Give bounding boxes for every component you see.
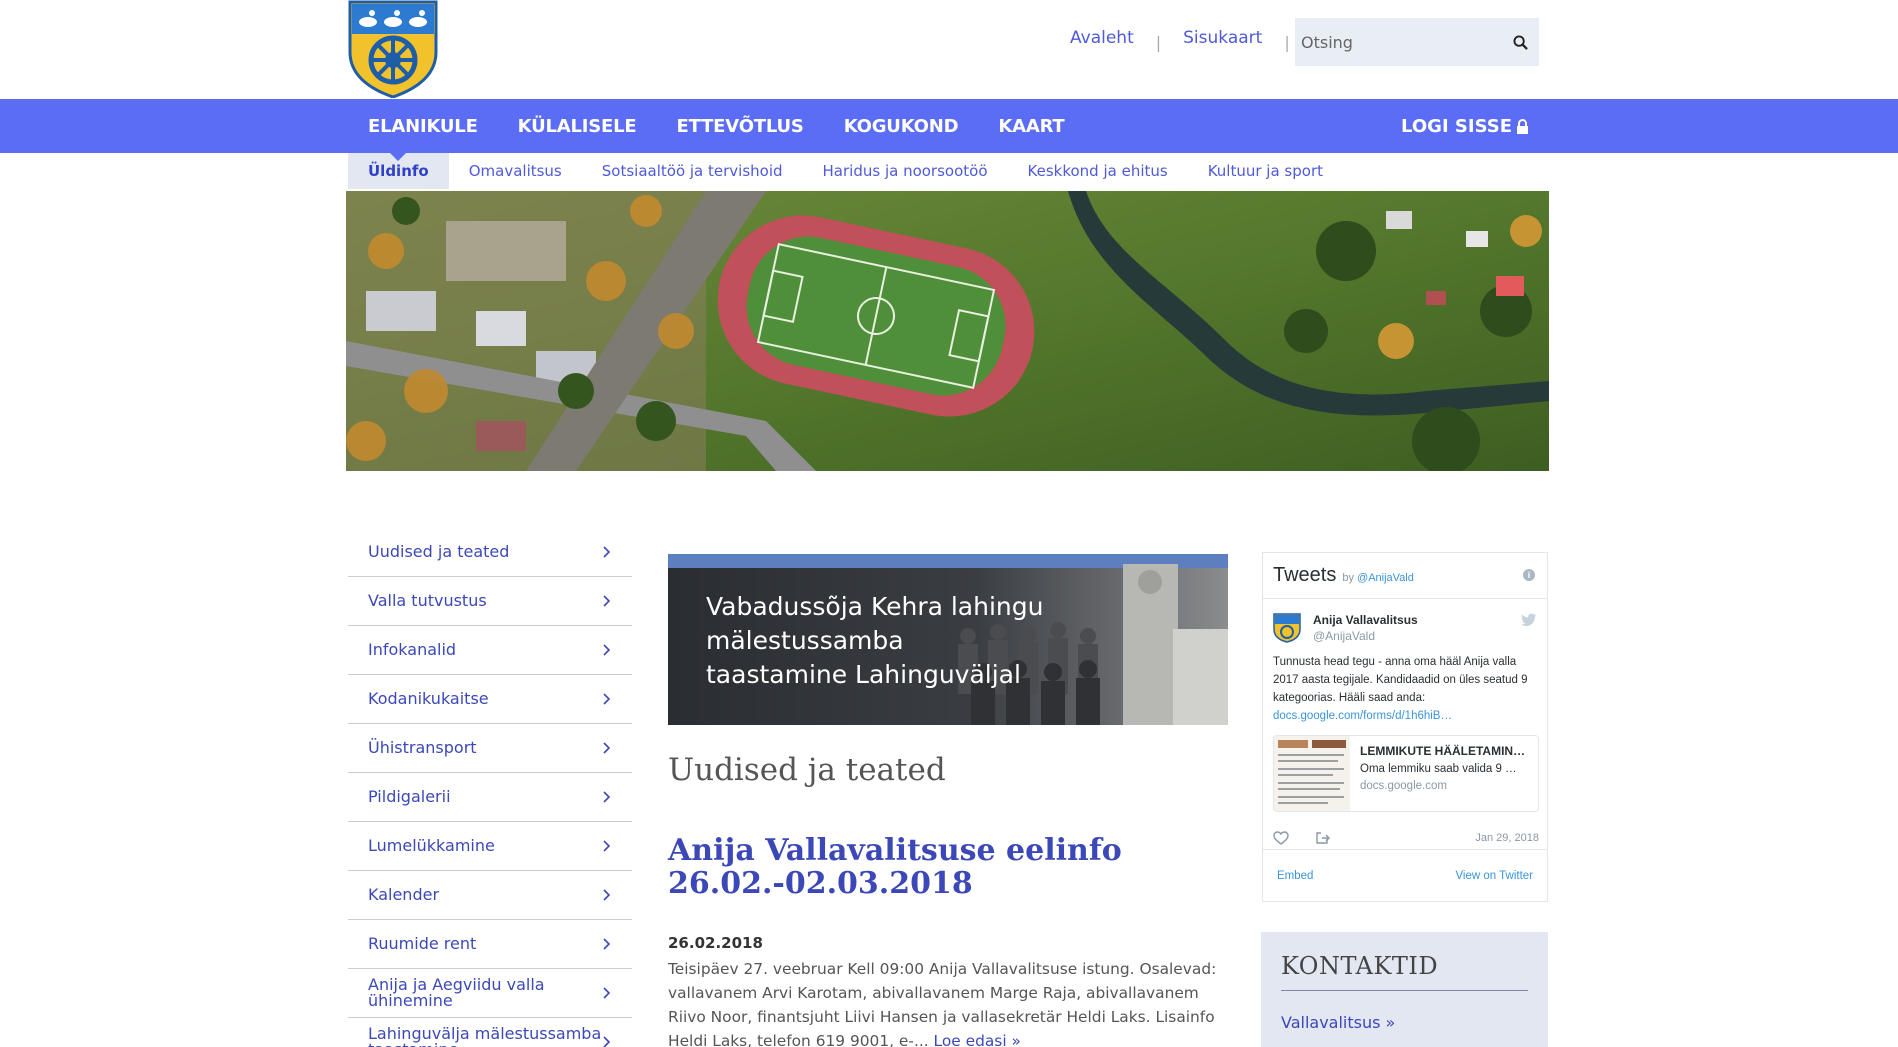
chevron-right-icon — [603, 987, 611, 999]
subnav-keskkond[interactable]: Keskkond ja ehitus — [1008, 153, 1188, 189]
sidebar-item-uudised[interactable]: Uudised ja teated — [348, 528, 632, 577]
chevron-right-icon — [603, 644, 611, 656]
tweet-actions: Jan 29, 2018 — [1273, 828, 1539, 848]
sidebar-item-label: Lahinguvälja mälestussamba taastamine — [368, 1024, 602, 1047]
nav-kaart[interactable]: KAART — [978, 116, 1084, 137]
share-icon[interactable] — [1315, 831, 1331, 845]
main-nav: ELANIKULE KÜLALISELE ETTEVÕTLUS KOGUKOND… — [0, 99, 1898, 153]
heart-icon[interactable] — [1273, 831, 1289, 845]
read-more-link[interactable]: Loe edasi » — [934, 1032, 1021, 1047]
sidebar-item-pildigalerii[interactable]: Pildigalerii — [348, 773, 632, 822]
tweet-author-handle: @AnijaVald — [1313, 629, 1375, 643]
tweet-body: Tunnusta head tegu - anna oma hääl Anija… — [1273, 656, 1528, 704]
login-button[interactable]: LOGI SISSE — [1401, 99, 1529, 153]
chevron-right-icon — [603, 791, 611, 803]
coat-of-arms-logo[interactable] — [348, 0, 438, 99]
card-thumbnail — [1274, 736, 1350, 811]
sidebar-item-label: Anija ja Aegviidu valla ühinemine — [368, 975, 545, 1010]
chevron-right-icon — [603, 595, 611, 607]
article-title[interactable]: Anija Vallavalitsuse eelinfo 26.02.-02.0… — [668, 834, 1228, 900]
nav-elanikule[interactable]: ELANIKULE — [348, 116, 498, 137]
sidebar-item-label: Ruumide rent — [368, 934, 477, 953]
sidebar-item-lumelukkamine[interactable]: Lumelükkamine — [348, 822, 632, 871]
sub-nav: Üldinfo Omavalitsus Sotsiaaltöö ja tervi… — [348, 153, 1343, 189]
sidebar-item-label: Ühistransport — [368, 738, 477, 757]
twitter-bird-icon[interactable] — [1521, 613, 1537, 627]
subnav-haridus[interactable]: Haridus ja noorsootöö — [803, 153, 1008, 189]
view-on-twitter-link[interactable]: View on Twitter — [1455, 870, 1533, 882]
sidebar-item-uhinemine[interactable]: Anija ja Aegviidu valla ühinemine — [348, 969, 632, 1018]
nav-kogukond[interactable]: KOGUKOND — [824, 116, 979, 137]
sidebar-item-label: Valla tutvustus — [368, 591, 487, 610]
chevron-right-icon — [603, 742, 611, 754]
featured-banner[interactable]: Vabadussõja Kehra lahingu mälestussamba … — [668, 554, 1228, 725]
contacts-box: KONTAKTID Vallavalitsus » — [1261, 932, 1548, 1047]
tweet-author[interactable]: Anija Vallavalitsus @AnijaVald — [1273, 613, 1418, 643]
banner-title: Vabadussõja Kehra lahingu mälestussamba … — [706, 592, 1044, 689]
chevron-right-icon — [603, 546, 611, 558]
card-description: Oma lemmiku saab valida 9 … — [1360, 763, 1517, 775]
sidebar-menu: Uudised ja teated Valla tutvustus Infoka… — [348, 528, 632, 1047]
sidebar-item-kodanikukaitse[interactable]: Kodanikukaitse — [348, 675, 632, 724]
tweet-text: Tunnusta head tegu - anna oma hääl Anija… — [1273, 653, 1539, 725]
nav-ettevotlus[interactable]: ETTEVÕTLUS — [657, 116, 824, 137]
search-box — [1295, 18, 1539, 66]
separator: | — [1155, 32, 1162, 52]
info-icon[interactable]: i — [1523, 569, 1535, 581]
sidebar-item-label: Kodanikukaitse — [368, 689, 489, 708]
sidebar-item-label: Infokanalid — [368, 640, 457, 659]
nav-kulalisele[interactable]: KÜLALISELE — [498, 116, 657, 137]
tweets-title: Tweets — [1273, 564, 1337, 586]
sidebar-item-label: Uudised ja teated — [368, 542, 510, 561]
twitter-header: Tweets by @AnijaVald i — [1263, 553, 1547, 599]
hero-image — [346, 191, 1549, 471]
twitter-timeline: Tweets by @AnijaVald i Anija Vallavalits… — [1262, 552, 1548, 902]
article-body: Teisipäev 27. veebruar Kell 09:00 Anija … — [668, 957, 1228, 1047]
chevron-right-icon — [603, 889, 611, 901]
sidebar-item-tutvustus[interactable]: Valla tutvustus — [348, 577, 632, 626]
tweet-author-name: Anija Vallavalitsus — [1313, 613, 1418, 627]
chevron-right-icon — [603, 840, 611, 852]
subnav-uldinfo[interactable]: Üldinfo — [348, 153, 449, 189]
embed-link[interactable]: Embed — [1277, 870, 1313, 882]
tweet-date[interactable]: Jan 29, 2018 — [1475, 832, 1539, 844]
search-input[interactable] — [1295, 18, 1501, 66]
avatar — [1273, 613, 1301, 643]
top-links: Avaleht | Sisukaart | — [1070, 28, 1312, 52]
news-section-title: Uudised ja teated — [668, 752, 946, 788]
separator: | — [1284, 32, 1290, 52]
tweet-link[interactable]: docs.google.com/forms/d/1h6hiB… — [1273, 710, 1452, 722]
subnav-sotsiaaltoo[interactable]: Sotsiaaltöö ja tervishoid — [582, 153, 803, 189]
login-label: LOGI SISSE — [1401, 115, 1512, 137]
tweets-by: by @AnijaVald — [1342, 572, 1414, 584]
lock-icon — [1517, 118, 1528, 134]
card-title: LEMMIKUTE HÄÄLETAMIN… — [1360, 744, 1526, 758]
sidebar-item-ruumide-rent[interactable]: Ruumide rent — [348, 920, 632, 969]
sidebar-item-label: Kalender — [368, 885, 440, 904]
search-icon — [1512, 34, 1528, 50]
sitemap-link[interactable]: Sisukaart — [1183, 28, 1262, 48]
subnav-omavalitsus[interactable]: Omavalitsus — [449, 153, 582, 189]
twitter-footer: Embed View on Twitter — [1263, 849, 1547, 901]
home-link[interactable]: Avaleht — [1070, 28, 1134, 48]
tweet-link-card[interactable]: LEMMIKUTE HÄÄLETAMIN… Oma lemmiku saab v… — [1273, 735, 1539, 812]
search-button[interactable] — [1501, 18, 1539, 66]
sidebar-item-uhistransport[interactable]: Ühistransport — [348, 724, 632, 773]
sidebar-item-label: Pildigalerii — [368, 787, 451, 806]
subnav-kultuur[interactable]: Kultuur ja sport — [1188, 153, 1343, 189]
card-domain: docs.google.com — [1360, 780, 1447, 792]
twitter-handle-link[interactable]: @AnijaVald — [1357, 572, 1414, 584]
sidebar-item-label: Lumelükkamine — [368, 836, 495, 855]
chevron-right-icon — [603, 938, 611, 950]
sidebar-item-infokanalid[interactable]: Infokanalid — [348, 626, 632, 675]
sidebar-item-malestussammas[interactable]: Lahinguvälja mälestussamba taastamine — [348, 1018, 632, 1047]
article-date: 26.02.2018 — [668, 934, 763, 952]
contacts-link-vallavalitsus[interactable]: Vallavalitsus » — [1281, 1013, 1528, 1032]
contacts-title: KONTAKTID — [1281, 952, 1528, 991]
sidebar-item-kalender[interactable]: Kalender — [348, 871, 632, 920]
chevron-right-icon — [603, 1036, 611, 1047]
chevron-right-icon — [603, 693, 611, 705]
tweets-by-label: by — [1342, 571, 1354, 584]
